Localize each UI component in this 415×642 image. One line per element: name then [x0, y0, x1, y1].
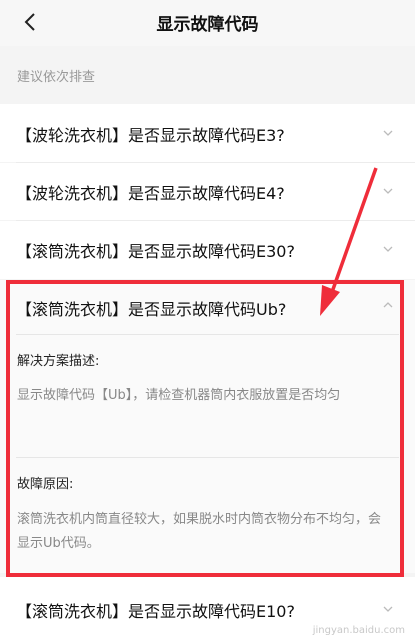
- annotation-arrow-icon: [320, 167, 378, 316]
- watermark: jingyan.baidu.com: [312, 625, 405, 636]
